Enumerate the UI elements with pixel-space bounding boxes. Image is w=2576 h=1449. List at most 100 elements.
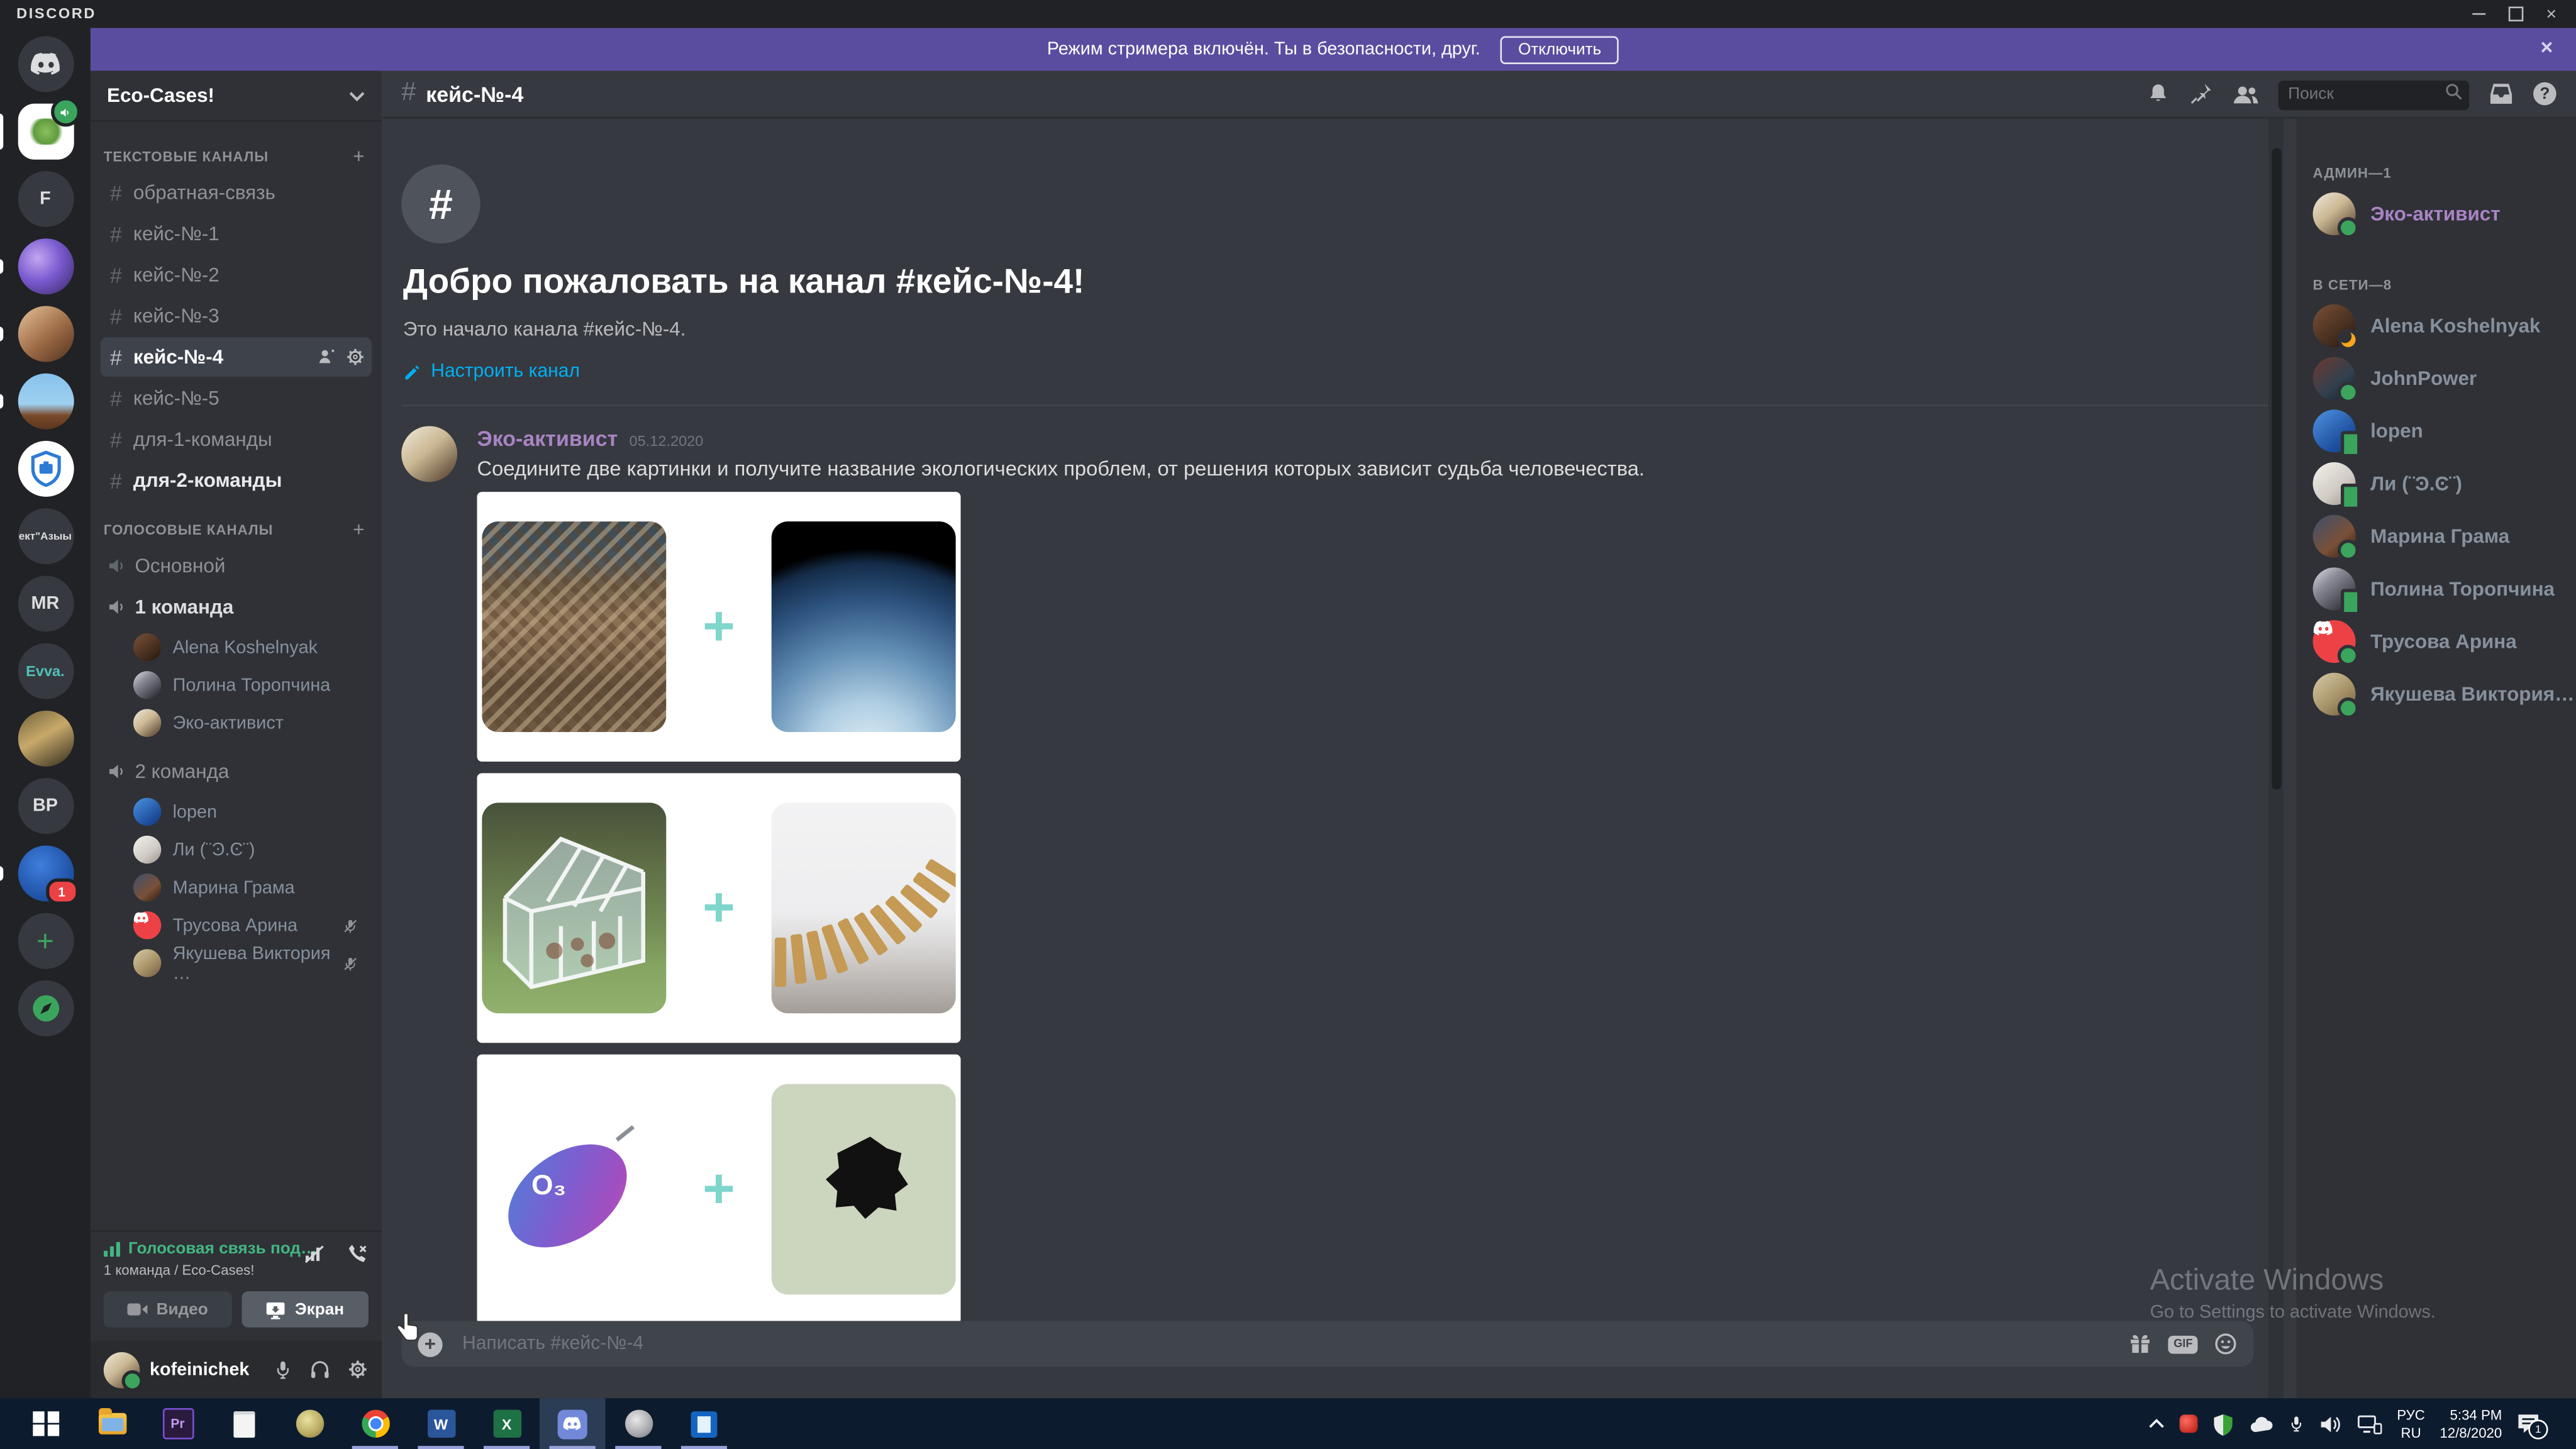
member-alena[interactable]: Alena Koshelnyak: [2312, 299, 2576, 352]
member-johnpower[interactable]: JohnPower: [2312, 352, 2576, 405]
voice-user-eco-activist[interactable]: Эко-активист: [133, 704, 382, 741]
channel-dlya-1-komandy[interactable]: # для-1-команды: [101, 419, 372, 459]
start-button[interactable]: [13, 1398, 79, 1449]
channel-keis-5[interactable]: # кейс-№-5: [101, 379, 372, 418]
member-eco-activist[interactable]: Эко-активист: [2312, 187, 2576, 240]
channel-keis-3[interactable]: # кейс-№-3: [101, 296, 372, 336]
server-icon-tower[interactable]: [17, 373, 74, 430]
tray-defender-shield-icon[interactable]: [2212, 1412, 2234, 1435]
user-avatar[interactable]: [103, 1351, 143, 1391]
taskbar-app-gray[interactable]: [606, 1398, 672, 1449]
taskbar-file-explorer[interactable]: [79, 1398, 145, 1449]
action-center-icon[interactable]: 1: [2517, 1413, 2548, 1440]
taskbar-app-round[interactable]: [276, 1398, 342, 1449]
close-button[interactable]: ×: [2533, 0, 2570, 28]
server-icon-blue[interactable]: 1: [17, 845, 79, 905]
tray-antivirus-icon[interactable]: [2180, 1414, 2198, 1433]
tray-onedrive-cloud-icon[interactable]: [2249, 1416, 2273, 1432]
edit-channel-link[interactable]: Настроить канал: [403, 362, 2297, 382]
taskbar-notepad[interactable]: [211, 1398, 277, 1449]
voice-channel-team1[interactable]: 1 команда: [101, 587, 372, 627]
voice-user-marina[interactable]: Марина Грама: [133, 869, 382, 906]
headphones-icon[interactable]: [309, 1358, 331, 1380]
tray-chevron-up-icon[interactable]: [2148, 1418, 2165, 1430]
attachment-card-3[interactable]: O₃ +: [477, 1054, 961, 1324]
channel-settings-gear-icon[interactable]: [345, 347, 365, 367]
search-input[interactable]: [2278, 80, 2470, 110]
attachment-card-2[interactable]: +: [477, 773, 961, 1043]
inbox-icon[interactable]: [2489, 82, 2513, 106]
member-yakusheva[interactable]: Якушева Виктория 27…: [2312, 668, 2576, 721]
voice-user-polina[interactable]: Полина Торопчина: [133, 666, 382, 704]
taskbar-app-blue[interactable]: [671, 1398, 737, 1449]
add-server-button[interactable]: +: [17, 913, 74, 969]
emoji-icon[interactable]: [2214, 1333, 2238, 1356]
channel-dlya-2-komandy[interactable]: # для-2-команды: [101, 460, 372, 500]
member-lopen[interactable]: lopen: [2312, 404, 2576, 458]
video-button[interactable]: Видео: [103, 1291, 231, 1328]
channel-list[interactable]: ТЕКСТОВЫЕ КАНАЛЫ + # обратная-связь # ке…: [91, 122, 382, 1231]
member-polina[interactable]: Полина Торопчина: [2312, 563, 2576, 616]
screen-share-button[interactable]: Экран: [241, 1291, 369, 1328]
member-marina[interactable]: Марина Грама: [2312, 510, 2576, 563]
server-icon-evva[interactable]: Evva.: [17, 643, 74, 699]
voice-channels-section[interactable]: ГОЛОСОВЫЕ КАНАЛЫ +: [91, 502, 382, 545]
minimize-button[interactable]: [2461, 0, 2497, 28]
server-icon-eco-cases[interactable]: [17, 97, 80, 160]
voice-channel-team2[interactable]: 2 команда: [101, 752, 372, 791]
channel-obratnaya-svyaz[interactable]: # обратная-связь: [101, 173, 372, 213]
message-author-avatar[interactable]: [401, 426, 458, 482]
channel-keis-1[interactable]: # кейс-№-1: [101, 214, 372, 253]
gif-picker-icon[interactable]: GIF: [2168, 1335, 2198, 1353]
noise-suppression-icon[interactable]: [304, 1243, 326, 1265]
voice-channel-osnovnoy[interactable]: Основной: [101, 546, 372, 586]
tray-volume-icon[interactable]: [2319, 1414, 2343, 1433]
member-list-icon[interactable]: [2232, 83, 2258, 104]
voice-user-arina[interactable]: Трусова Арина: [133, 906, 382, 944]
channel-keis-4-active[interactable]: # кейс-№-4: [100, 337, 372, 377]
server-icon-f[interactable]: F: [17, 171, 74, 227]
disable-streamer-button[interactable]: Отключить: [1500, 35, 1619, 64]
invite-people-icon[interactable]: [318, 347, 337, 367]
maximize-button[interactable]: [2497, 0, 2533, 28]
settings-gear-icon[interactable]: [347, 1358, 369, 1380]
server-icon-portrait[interactable]: [17, 306, 74, 362]
taskbar-excel[interactable]: X: [474, 1398, 540, 1449]
channel-keis-2[interactable]: # кейс-№-2: [101, 255, 372, 294]
server-icon-bp[interactable]: BP: [17, 778, 74, 835]
message-author[interactable]: Эко-активист: [477, 426, 618, 450]
notifications-bell-icon[interactable]: [2146, 82, 2170, 106]
taskbar-discord-active[interactable]: [539, 1398, 606, 1449]
tray-mic-icon[interactable]: [2289, 1413, 2305, 1435]
scrollbar-thumb[interactable]: [2270, 148, 2281, 790]
voice-user-yakusheva[interactable]: Якушева Виктория …: [133, 943, 382, 983]
text-channels-section[interactable]: ТЕКСТОВЫЕ КАНАЛЫ +: [91, 128, 382, 171]
voice-user-lopen[interactable]: lopen: [133, 793, 382, 831]
help-icon[interactable]: ?: [2533, 82, 2557, 106]
server-icon-galaxy[interactable]: [17, 238, 74, 295]
explore-servers-button[interactable]: [17, 980, 74, 1036]
member-arina[interactable]: Трусова Арина: [2312, 615, 2576, 668]
clock[interactable]: 5:34 PM 12/8/2020: [2440, 1406, 2502, 1441]
taskbar-premiere[interactable]: Pr: [145, 1398, 211, 1449]
server-icon-mona[interactable]: [17, 710, 74, 767]
create-channel-icon[interactable]: +: [353, 145, 365, 168]
tray-network-icon[interactable]: [2358, 1414, 2382, 1434]
chat-scrollbar[interactable]: [2268, 118, 2284, 1399]
create-channel-icon[interactable]: +: [353, 518, 365, 541]
language-indicator[interactable]: РУС RU: [2397, 1406, 2425, 1441]
add-attachment-icon[interactable]: +: [418, 1331, 443, 1357]
message-input[interactable]: [458, 1332, 2113, 1356]
taskbar-word[interactable]: W: [408, 1398, 474, 1449]
gift-icon[interactable]: [2129, 1333, 2152, 1356]
voice-user-li[interactable]: Ли (¨Ͽ.Ͼ¨): [133, 831, 382, 869]
pinned-messages-icon[interactable]: [2189, 82, 2212, 106]
home-button[interactable]: [17, 36, 74, 92]
server-icon-shield[interactable]: [17, 440, 74, 497]
server-icon-mr[interactable]: MR: [17, 575, 74, 632]
attachment-card-1[interactable]: +: [477, 492, 961, 762]
server-header[interactable]: Eco-Cases!: [90, 70, 382, 122]
voice-user-alena[interactable]: Alena Koshelnyak: [133, 628, 382, 666]
member-li[interactable]: Ли (¨Ͽ.Ͼ¨): [2312, 457, 2576, 510]
disconnect-call-icon[interactable]: [345, 1243, 369, 1265]
